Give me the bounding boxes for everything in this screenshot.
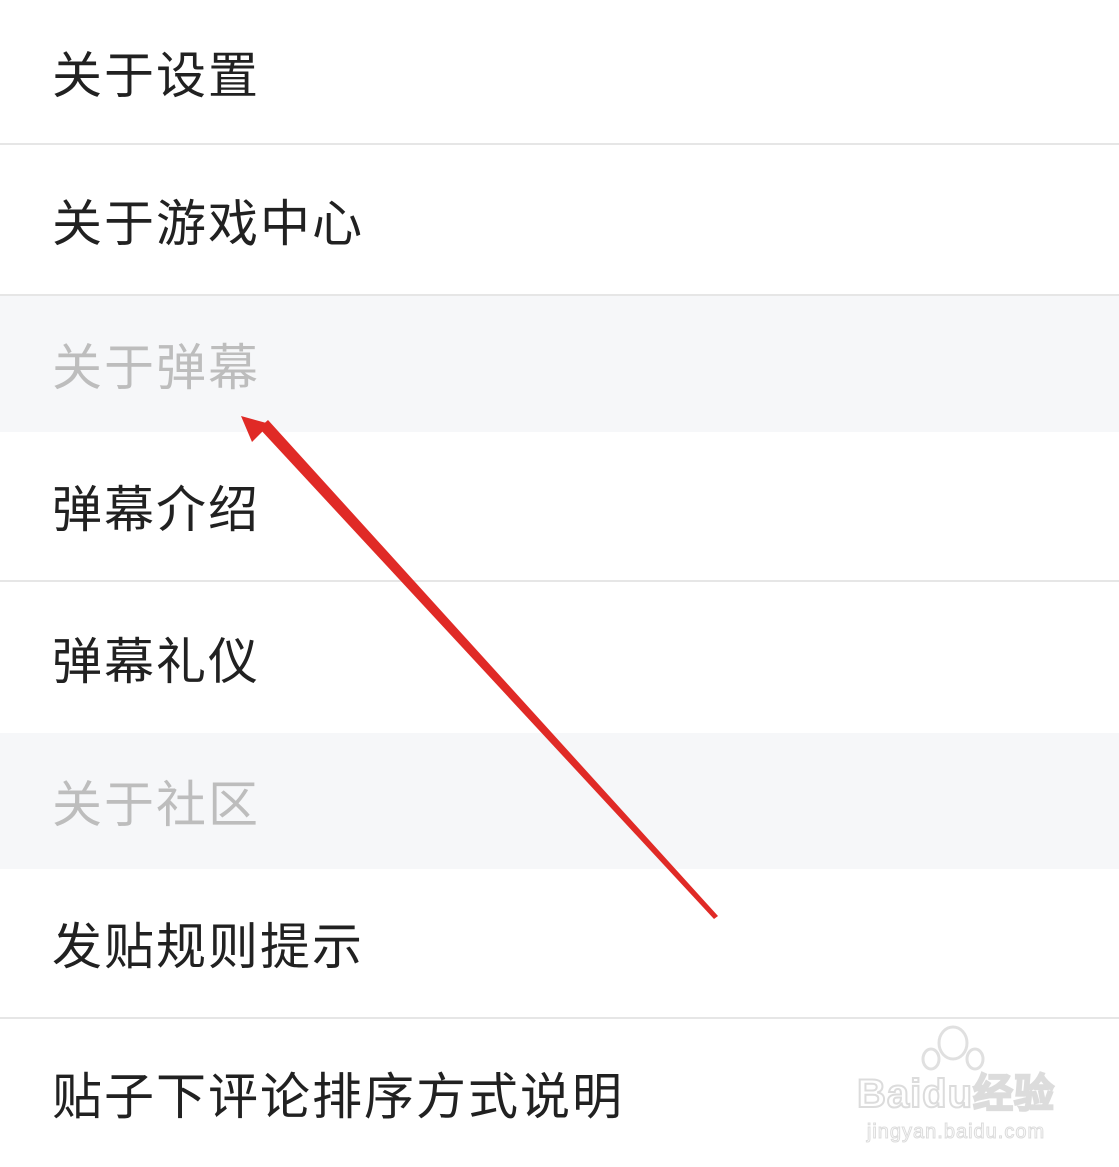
watermark-brand: Baidu经验 [856, 1071, 1056, 1117]
section-header-danmaku: 关于弹幕 [0, 296, 1119, 432]
menu-item-label: 发贴规则提示 [52, 918, 364, 976]
menu-item-danmaku-etiquette[interactable]: 弹幕礼仪 [0, 582, 1119, 733]
watermark: Baidu经验 jingyan.baidu.com [851, 1021, 1061, 1149]
menu-item-danmaku-intro[interactable]: 弹幕介绍 [0, 432, 1119, 582]
menu-item-label: 弹幕介绍 [52, 481, 260, 539]
section-header-label: 关于社区 [52, 776, 260, 834]
section-header-label: 关于弹幕 [52, 339, 260, 397]
menu-item-label: 关于游戏中心 [52, 194, 364, 253]
section-header-community: 关于社区 [0, 733, 1119, 869]
menu-item-label: 弹幕礼仪 [52, 632, 260, 691]
settings-list-page: 关于设置 关于游戏中心 关于弹幕 弹幕介绍 弹幕礼仪 关于社区 发贴规则提示 贴… [0, 0, 1119, 1167]
watermark-url: jingyan.baidu.com [866, 1121, 1046, 1144]
menu-item-about-game-center[interactable]: 关于游戏中心 [0, 145, 1119, 296]
menu-item-label: 关于设置 [52, 46, 260, 105]
menu-item-about-settings[interactable]: 关于设置 [0, 0, 1119, 145]
menu-item-posting-rules[interactable]: 发贴规则提示 [0, 869, 1119, 1019]
menu-item-label: 贴子下评论排序方式说明 [52, 1068, 624, 1126]
